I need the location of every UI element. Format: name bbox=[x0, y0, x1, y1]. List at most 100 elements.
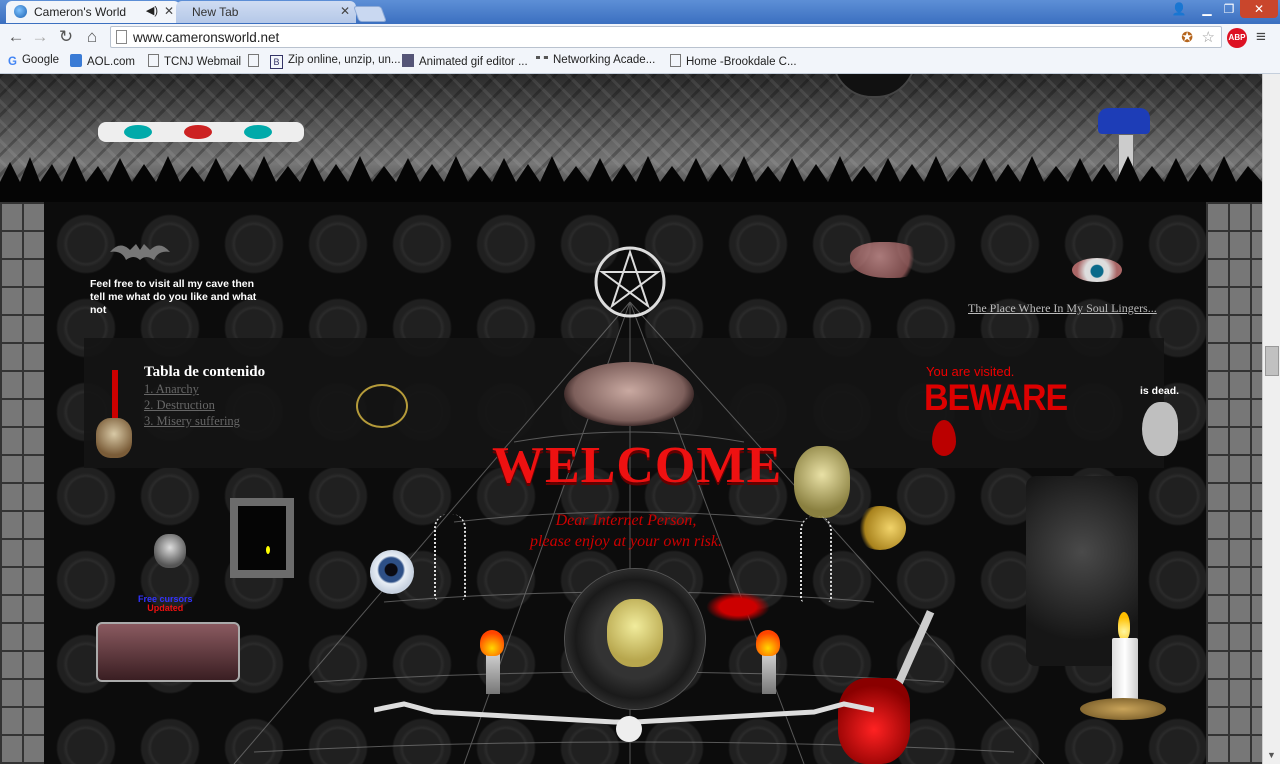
big-eyeball-icon bbox=[370, 550, 414, 594]
bat-icon bbox=[110, 244, 170, 260]
page-icon bbox=[148, 54, 159, 67]
coffin-image bbox=[96, 622, 240, 682]
reload-icon[interactable]: ↻ bbox=[56, 27, 76, 47]
bookmarks-bar: G Google AOL.com TCNJ Webmail B Zip online… bbox=[0, 51, 1280, 74]
address-bar[interactable]: www.cameronsworld.net ✪ ☆ bbox=[110, 26, 1222, 48]
toc-link-anarchy[interactable]: 1. Anarchy bbox=[144, 381, 265, 397]
dear-internet-person: Dear Internet Person, please enjoy at yo… bbox=[492, 510, 760, 552]
bookmark-label: Zip online, unzip, un... bbox=[288, 54, 401, 66]
candle-dish-image bbox=[1080, 698, 1166, 720]
cisco-icon bbox=[536, 56, 548, 65]
close-window-button[interactable]: ✕ bbox=[1240, 0, 1278, 18]
page-icon bbox=[116, 30, 127, 44]
gothic-stage: Feel free to visit all my cave then tell… bbox=[44, 202, 1206, 764]
menu-icon[interactable]: ≡ bbox=[1256, 27, 1266, 47]
toc-title: Tabla de contenido bbox=[144, 364, 266, 380]
brick-wall-right bbox=[1206, 202, 1262, 764]
bookmark-brookdale[interactable]: Home -Brookdale C... bbox=[670, 54, 797, 68]
toc-link-misery[interactable]: 3. Misery suffering bbox=[144, 413, 265, 429]
bookmark-aol[interactable]: AOL.com bbox=[70, 54, 135, 68]
bookmark-networking[interactable]: Networking Acade... bbox=[536, 54, 655, 66]
tab-title: Cameron's World bbox=[34, 5, 127, 19]
candle-frame-image bbox=[230, 498, 294, 578]
brick-wall-left bbox=[0, 202, 44, 764]
yellow-skull-image bbox=[794, 446, 850, 518]
speaker-icon[interactable]: ◀) bbox=[146, 4, 158, 17]
dear-line-1: Dear Internet Person, bbox=[555, 512, 697, 529]
skull-crossbones-icon bbox=[616, 716, 642, 742]
bookmark-label: Animated gif editor ... bbox=[419, 56, 528, 68]
globe-icon bbox=[14, 5, 27, 18]
bookmark-tcnj[interactable]: TCNJ Webmail bbox=[148, 54, 241, 68]
tab-camerons-world[interactable]: Cameron's World ◀) ✕ bbox=[6, 1, 180, 23]
bookmark-star-icon[interactable]: ☆ bbox=[1202, 28, 1215, 46]
table-of-contents: Tabla de contenido 1. Anarchy 2. Destruc… bbox=[144, 364, 265, 429]
brain-image bbox=[850, 242, 924, 278]
updated-label: Updated bbox=[147, 603, 184, 613]
bookmark-label: Networking Acade... bbox=[553, 54, 656, 66]
flame-icon bbox=[266, 546, 270, 554]
bookmark-blank[interactable] bbox=[248, 54, 264, 68]
forward-arrow-icon[interactable]: → bbox=[30, 27, 50, 47]
scrollbar-thumb[interactable] bbox=[1265, 346, 1279, 376]
maximize-button[interactable]: ❐ bbox=[1216, 0, 1242, 18]
close-tab-icon[interactable]: ✕ bbox=[164, 4, 174, 18]
car-image bbox=[1098, 108, 1150, 134]
skull-icon bbox=[96, 418, 132, 458]
torch-flame-left-icon bbox=[480, 630, 504, 656]
browser-toolbar: ← → ↻ ⌂ www.cameronsworld.net ✪ ☆ ABP ≡ bbox=[0, 24, 1280, 51]
white-candle-image bbox=[1112, 638, 1138, 706]
back-arrow-icon[interactable]: ← bbox=[6, 27, 26, 47]
3d-glasses-image bbox=[98, 122, 304, 142]
home-icon[interactable]: ⌂ bbox=[82, 27, 102, 47]
adblock-icon[interactable]: ABP bbox=[1227, 28, 1247, 48]
candle-flame-icon bbox=[1118, 612, 1130, 640]
aol-icon bbox=[70, 54, 82, 67]
gold-ring-image bbox=[356, 384, 408, 428]
bookmark-gif[interactable]: Animated gif editor ... bbox=[402, 54, 528, 68]
browser-titlebar: Cameron's World ◀) ✕ New Tab ✕ 👤 ▁ ❐ ✕ bbox=[0, 0, 1280, 24]
parrot-image bbox=[1142, 402, 1178, 456]
pine-forest-silhouette bbox=[0, 156, 1262, 202]
bloody-sword-image bbox=[706, 592, 770, 622]
page-icon bbox=[248, 54, 259, 67]
user-icon[interactable]: 👤 bbox=[1166, 0, 1192, 18]
eyeball-icon bbox=[1072, 258, 1122, 282]
beware-text: BEWARE bbox=[924, 377, 1068, 419]
feel-free-text: Feel free to visit all my cave then tell… bbox=[90, 278, 257, 316]
pentagram-icon bbox=[594, 246, 666, 318]
tab-title: New Tab bbox=[192, 5, 239, 19]
dear-line-2: please enjoy at your own risk. bbox=[530, 533, 722, 550]
bookmark-label: Google bbox=[21, 54, 60, 66]
bookmark-google[interactable]: G Google bbox=[8, 54, 59, 69]
extension-icon[interactable]: ✪ bbox=[1181, 29, 1193, 46]
bookmark-zip[interactable]: B Zip online, unzip, un... bbox=[270, 54, 401, 69]
hanging-skeleton-right bbox=[800, 516, 832, 602]
new-tab-button[interactable] bbox=[353, 6, 387, 22]
page-icon bbox=[670, 54, 681, 67]
soul-lingers-link[interactable]: The Place Where In My Soul Lingers... bbox=[968, 301, 1157, 316]
url-text[interactable]: www.cameronsworld.net bbox=[133, 30, 279, 45]
vertical-scrollbar[interactable]: ▼ bbox=[1262, 74, 1280, 764]
trumpet-image bbox=[854, 506, 906, 550]
free-cursors-link[interactable]: Free cursors Updated bbox=[138, 595, 193, 613]
bookmark-label: Home -Brookdale C... bbox=[686, 56, 797, 68]
blood-drop-icon bbox=[932, 420, 956, 456]
torch-flame-right-icon bbox=[756, 630, 780, 656]
hanging-skeleton-left bbox=[434, 514, 466, 600]
toc-link-destruction[interactable]: 2. Destruction bbox=[144, 397, 265, 413]
tab-new-tab[interactable]: New Tab ✕ bbox=[176, 1, 356, 23]
closed-eye-image bbox=[564, 362, 694, 426]
welcome-heading: WELCOME bbox=[492, 437, 783, 494]
gif-icon bbox=[402, 54, 414, 67]
bookmark-label: TCNJ Webmail bbox=[164, 56, 242, 68]
scroll-down-arrow-icon[interactable]: ▼ bbox=[1264, 750, 1279, 764]
close-tab-icon[interactable]: ✕ bbox=[340, 4, 350, 18]
bookmark-label: AOL.com bbox=[87, 56, 135, 68]
skull-emblem bbox=[564, 568, 706, 710]
page-viewport: Feel free to visit all my cave then tell… bbox=[0, 74, 1262, 764]
gray-skull-icon bbox=[154, 534, 186, 568]
b-icon: B bbox=[270, 55, 283, 69]
emblem-skull-icon bbox=[607, 599, 663, 667]
google-icon: G bbox=[8, 56, 17, 68]
